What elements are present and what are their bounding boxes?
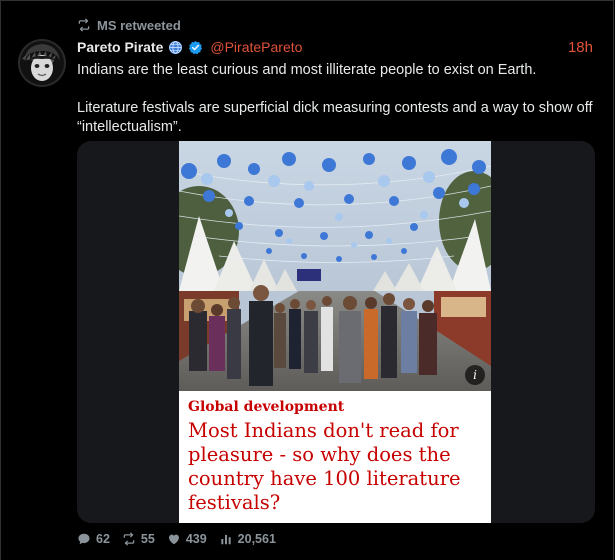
globe-badge-icon bbox=[169, 40, 183, 54]
article-headline: Most Indians don't read for pleasure - s… bbox=[188, 419, 461, 514]
retweet-icon bbox=[123, 532, 135, 546]
like-icon bbox=[168, 534, 179, 545]
retweet-label: MS retweeted bbox=[97, 17, 181, 33]
info-icon[interactable]: i bbox=[465, 365, 485, 385]
views-count: 20,561 bbox=[237, 532, 276, 546]
retweet-button[interactable]: 55 bbox=[122, 532, 155, 546]
retweet-icon bbox=[78, 18, 90, 32]
views-icon bbox=[221, 534, 231, 545]
media-card[interactable]: i Global development Most Indians don't … bbox=[77, 141, 595, 523]
views-button[interactable]: 20,561 bbox=[219, 532, 276, 546]
article-kicker: Global development bbox=[188, 399, 345, 415]
reply-icon bbox=[78, 533, 90, 545]
tweet-text: Indians are the least curious and most i… bbox=[77, 61, 597, 137]
author-name[interactable]: Pareto Pirate bbox=[77, 39, 163, 55]
reply-count: 62 bbox=[96, 532, 110, 546]
article-headline-card[interactable]: Global development Most Indians don't re… bbox=[179, 391, 491, 523]
verified-badge-icon bbox=[189, 40, 203, 54]
festival-photo[interactable]: i bbox=[179, 141, 491, 391]
retweet-indicator: MS retweeted bbox=[77, 16, 181, 34]
like-count: 439 bbox=[185, 532, 207, 546]
tweet-paragraph: Indians are the least curious and most i… bbox=[77, 62, 537, 78]
tweet-paragraph: Literature festivals are superficial dic… bbox=[77, 100, 593, 135]
tweet-timestamp[interactable]: 18h bbox=[568, 39, 593, 56]
author-handle[interactable]: @PiratePareto bbox=[210, 39, 302, 55]
tweet-actions: 62 55 439 20,561 bbox=[77, 530, 276, 548]
retweet-count: 55 bbox=[140, 532, 155, 546]
avatar[interactable] bbox=[18, 39, 66, 87]
like-button[interactable]: 439 bbox=[167, 532, 207, 546]
tweet-header: Pareto Pirate @PiratePareto 18h bbox=[77, 37, 593, 57]
tweet-card[interactable]: MS retweeted Pareto Pirate @PiratePareto… bbox=[0, 0, 614, 560]
reply-button[interactable]: 62 bbox=[77, 532, 110, 546]
